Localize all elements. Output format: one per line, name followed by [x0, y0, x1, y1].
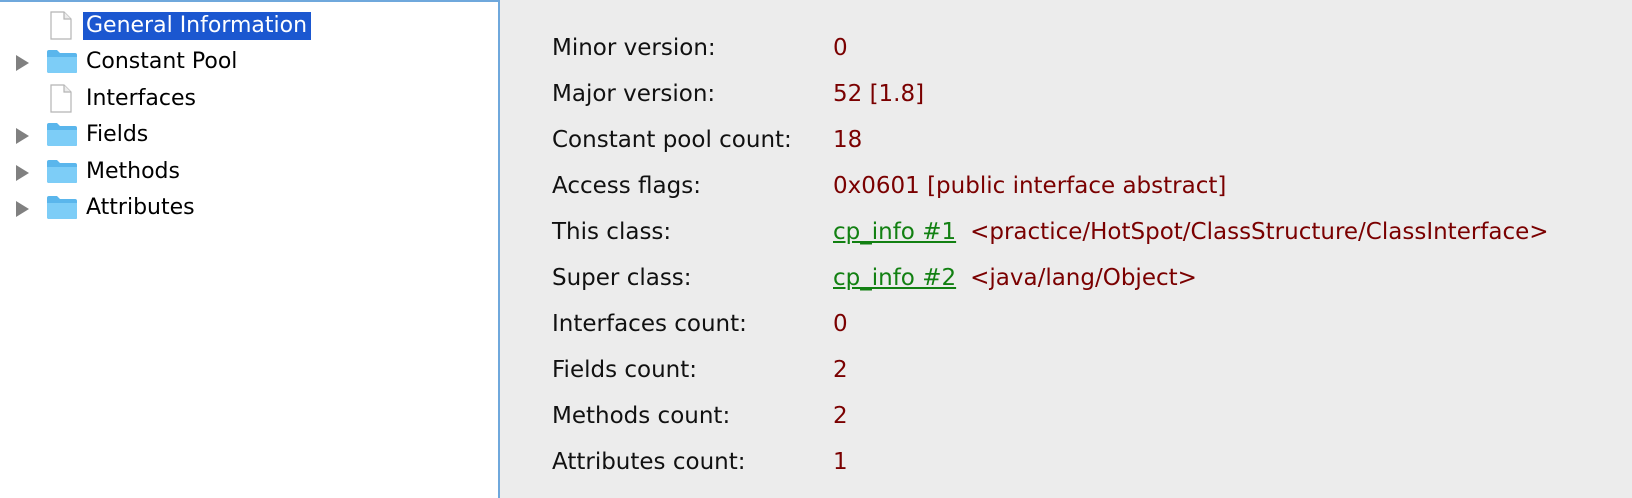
info-key: Attributes count:	[552, 449, 746, 475]
info-value: 0x0601 [public interface abstract]	[833, 173, 1227, 199]
super-class-description: <java/lang/Object>	[970, 265, 1197, 291]
info-value: 1	[833, 449, 848, 475]
info-key: Access flags:	[552, 173, 701, 199]
info-key: Super class:	[552, 265, 692, 291]
this-class-cp-link[interactable]: cp_info #1	[833, 219, 956, 245]
super-class-cp-link[interactable]: cp_info #2	[833, 265, 956, 291]
expand-arrow-icon[interactable]	[16, 128, 29, 144]
info-value: 0	[833, 311, 848, 337]
info-key: Interfaces count:	[552, 311, 747, 337]
folder-icon	[47, 50, 77, 73]
info-value: 52 [1.8]	[833, 81, 925, 107]
file-icon	[50, 11, 72, 40]
tree-item-label: Attributes	[86, 195, 195, 220]
info-value: cp_info #1 <practice/HotSpot/ClassStructu…	[833, 219, 1549, 245]
tree-item-label: Constant Pool	[86, 49, 238, 74]
tree-item-methods[interactable]: Methods	[0, 154, 480, 190]
info-value: 2	[833, 357, 848, 383]
info-key: Minor version:	[552, 35, 716, 61]
info-key: Major version:	[552, 81, 716, 107]
file-icon	[50, 84, 72, 113]
info-value: 18	[833, 127, 863, 153]
folder-icon	[47, 196, 77, 219]
info-key: Constant pool count:	[552, 127, 792, 153]
info-key: Fields count:	[552, 357, 698, 383]
tree-item-general-information[interactable]: General Information	[0, 8, 480, 44]
tree-item-label: Methods	[86, 159, 180, 184]
tree-item-label: Interfaces	[86, 86, 196, 111]
tree-item-label: General Information	[83, 12, 312, 40]
folder-icon	[47, 160, 77, 183]
info-value: 0	[833, 35, 848, 61]
info-value: 2	[833, 403, 848, 429]
structure-tree[interactable]: General Information Constant Pool Interf…	[0, 0, 500, 498]
tree-item-fields[interactable]: Fields	[0, 117, 480, 153]
tree-item-attributes[interactable]: Attributes	[0, 190, 480, 226]
info-value: cp_info #2 <java/lang/Object>	[833, 265, 1197, 291]
expand-arrow-icon[interactable]	[16, 201, 29, 217]
folder-icon	[47, 123, 77, 146]
tree-item-constant-pool[interactable]: Constant Pool	[0, 44, 480, 80]
info-key: This class:	[552, 219, 672, 245]
this-class-description: <practice/HotSpot/ClassStructure/ClassIn…	[970, 219, 1549, 245]
class-viewer: General Information Constant Pool Interf…	[0, 0, 1632, 498]
info-key: Methods count:	[552, 403, 731, 429]
tree-item-interfaces[interactable]: Interfaces	[0, 81, 480, 117]
expand-arrow-icon[interactable]	[16, 165, 29, 181]
expand-arrow-icon[interactable]	[16, 55, 29, 71]
tree-item-label: Fields	[86, 122, 149, 147]
